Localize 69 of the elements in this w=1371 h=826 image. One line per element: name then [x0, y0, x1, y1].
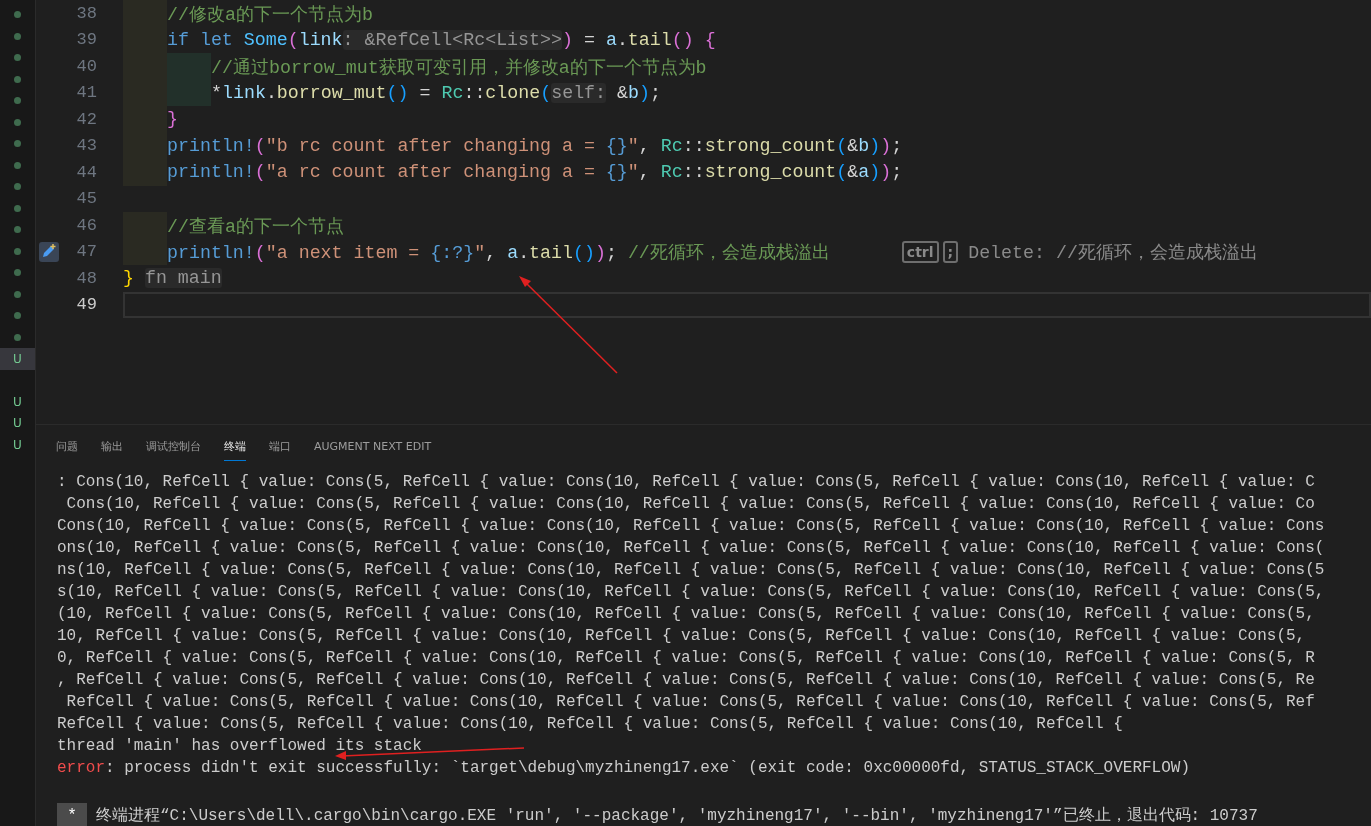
- code-line: //修改a的下一个节点为b: [167, 3, 373, 26]
- line-number: 45: [75, 189, 98, 209]
- code-line: //通过borrow_mut获取可变引用，并修改a的下一个节点为b: [211, 56, 707, 79]
- line-number: 44: [75, 162, 98, 182]
- status-dot: [14, 32, 21, 40]
- line-number: 43: [75, 136, 98, 156]
- terminal-line: ns(10, RefCell { value: Cons(5, RefCell { value: Cons(10, RefCell { value: Cons(5, RefCell { value: Cons(10, RefCell { value: Cons(5: [57, 561, 1325, 579]
- file-status-letter[interactable]: U: [0, 391, 35, 413]
- panel-tab[interactable]: 端口: [269, 433, 291, 461]
- status-dot: [14, 269, 21, 277]
- panel-tab[interactable]: 输出: [101, 433, 123, 461]
- line-number: 49: [75, 295, 98, 315]
- status-dot: [14, 118, 21, 126]
- terminal-marker: *: [57, 803, 87, 826]
- terminal-line: , RefCell { value: Cons(5, RefCell { value: Cons(10, RefCell { value: Cons(5, RefCell { value: Cons(10, RefCell { value: Cons(5, Re: [57, 671, 1315, 689]
- line-number: 47: [75, 242, 98, 262]
- file-status-letter[interactable]: U: [0, 412, 35, 434]
- terminal-line: 10, RefCell { value: Cons(5, RefCell { value: Cons(10, RefCell { value: Cons(5, RefCell { value: Cons(10, RefCell { value: Cons(5,: [57, 627, 1306, 645]
- code-line: println!("a rc count after changing a = {}", Rc::strong_count(&a));: [167, 162, 903, 183]
- terminal-line: : Cons(10, RefCell { value: Cons(5, RefCell { value: Cons(10, RefCell { value: Cons(5, RefCell { value: Cons(10, RefCell { value: C: [57, 473, 1315, 491]
- terminal-line: : process didn't exit successfully: `target\debug\myzhineng17.exe` (exit code: 0xc00000fd, STATUS_STACK_OVERFLOW): [105, 759, 1190, 777]
- panel-tab[interactable]: 终端: [224, 433, 246, 461]
- suggestion-text: Delete: //死循环，会造成栈溢出: [968, 242, 1258, 265]
- code-line: println!("a next item = {:?}", a.tail()); //死循环，会造成栈溢出: [167, 242, 830, 265]
- status-dot: [14, 183, 21, 191]
- keyboard-key: ctrl: [901, 240, 939, 263]
- file-status-letter[interactable]: U: [0, 434, 35, 456]
- line-number: 41: [75, 83, 98, 103]
- line-number: 39: [75, 30, 98, 50]
- status-dot: [14, 11, 21, 19]
- panel-tab[interactable]: AUGMENT NEXT EDIT: [314, 433, 432, 461]
- code-line: println!("b rc count after changing a = {}", Rc::strong_count(&b));: [167, 135, 903, 156]
- line-number: 40: [75, 56, 98, 76]
- terminal-line: 0, RefCell { value: Cons(5, RefCell { value: Cons(10, RefCell { value: Cons(5, RefCell { value: Cons(10, RefCell { value: Cons(5, R: [57, 649, 1315, 667]
- code-line: //查看a的下一个节点: [167, 215, 344, 238]
- status-dot: [14, 247, 21, 255]
- status-dot: [14, 54, 21, 62]
- status-dot: [14, 290, 21, 298]
- code-line: } fn main: [123, 268, 222, 289]
- terminal-line: Cons(10, RefCell { value: Cons(5, RefCell { value: Cons(10, RefCell { value: Cons(5, RefCell { value: Cons(10, RefCell { value: Co: [65, 495, 1315, 513]
- line-number: 38: [75, 3, 98, 23]
- keyboard-key: ;: [942, 240, 959, 263]
- status-dot: [14, 140, 21, 148]
- code-line: *link.borrow_mut() = Rc::clone(self: &b);: [211, 82, 661, 103]
- terminal-line: ons(10, RefCell { value: Cons(5, RefCell { value: Cons(10, RefCell { value: Cons(5, RefCell { value: Cons(10, RefCell { value: Cons(: [57, 539, 1325, 557]
- status-dot: [14, 226, 21, 234]
- file-status-letter[interactable]: U: [0, 348, 35, 370]
- terminal-line: s(10, RefCell { value: Cons(5, RefCell { value: Cons(10, RefCell { value: Cons(5, RefCell { value: Cons(10, RefCell { value: Cons(5,: [57, 583, 1325, 601]
- line-number: 46: [75, 215, 98, 235]
- terminal-line: Cons(10, RefCell { value: Cons(5, RefCell { value: Cons(10, RefCell { value: Cons(5, RefCell { value: Cons(10, RefCell { value: Cons: [57, 517, 1325, 535]
- status-dot: [14, 75, 21, 83]
- status-dot: [14, 204, 21, 212]
- terminal-line: (10, RefCell { value: Cons(5, RefCell { value: Cons(10, RefCell { value: Cons(5, RefCell { value: Cons(10, RefCell { value: Cons(5,: [57, 605, 1315, 623]
- error-label: error: [57, 759, 105, 777]
- status-dot: [14, 312, 21, 320]
- terminal-line: RefCell { value: Cons(5, RefCell { value: Cons(10, RefCell { value: Cons(5, RefCell { value: Cons(10, RefCell { value: Cons(5, Ref: [65, 693, 1315, 711]
- code-line: if let Some(link: &RefCell<Rc<List>>) = a.tail() {: [167, 29, 716, 50]
- edit-pen-icon[interactable]: [39, 241, 59, 262]
- line-number: 48: [75, 268, 98, 288]
- status-dot: [14, 161, 21, 169]
- panel-tab[interactable]: 调试控制台: [146, 433, 201, 461]
- line-number: 42: [75, 109, 98, 129]
- terminal-line: RefCell { value: Cons(5, RefCell { value: Cons(10, RefCell { value: Cons(5, RefCell { value: Cons(10, RefCell {: [57, 715, 1123, 733]
- panel-tab[interactable]: 问题: [56, 433, 78, 461]
- terminal-line: thread 'main' has overflowed its stack: [57, 737, 422, 755]
- status-dot: [14, 333, 21, 341]
- code-line: }: [167, 109, 178, 130]
- terminal-line: 终端进程“C:\Users\dell\.cargo\bin\cargo.EXE 'run', '--package', 'myzhineng17', '--bin', 'myzhineng17'”已终止，退出代码: 10737: [96, 805, 1258, 826]
- status-dot: [14, 97, 21, 105]
